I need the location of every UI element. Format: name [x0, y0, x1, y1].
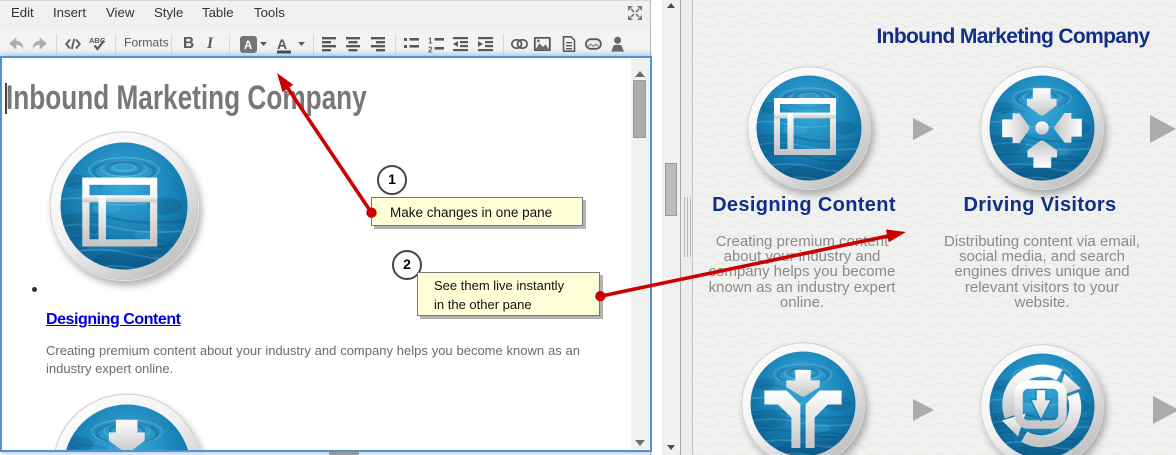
svg-text:A: A	[244, 40, 252, 52]
svg-text:B: B	[183, 35, 194, 52]
svg-text:2: 2	[428, 46, 433, 55]
svg-text:A: A	[277, 36, 287, 52]
svg-text:1: 1	[428, 37, 433, 46]
svg-text:Formats: Formats	[124, 36, 169, 50]
svg-text:I: I	[206, 35, 214, 52]
